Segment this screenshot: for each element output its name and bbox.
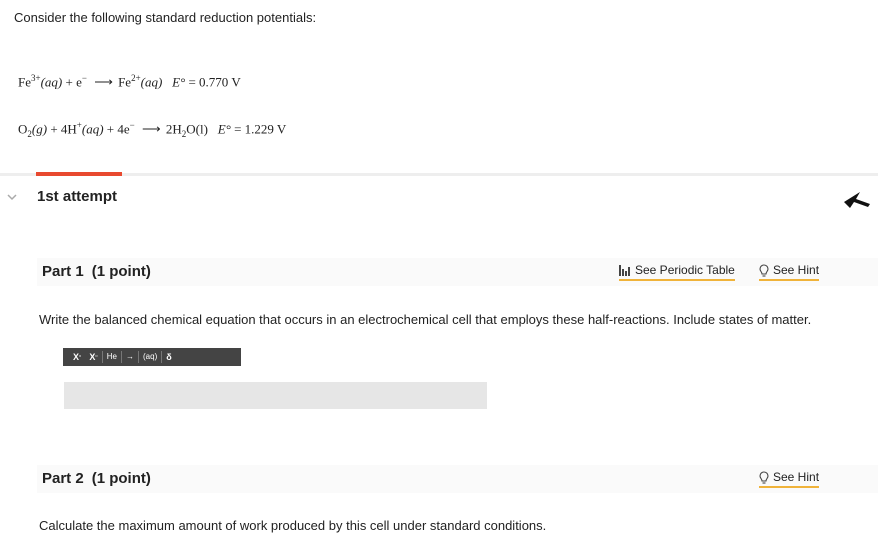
see-hint-link[interactable]: See Hint bbox=[759, 470, 820, 488]
attempt-title[interactable]: 1st attempt bbox=[37, 188, 117, 205]
part-1-title: Part 1 (1 point) bbox=[42, 263, 151, 280]
half-reaction-2: O2(g) + 4H+(aq) + 4e− ⟶ 2H2O(l) E° = 1.2… bbox=[18, 120, 287, 139]
answer-input[interactable] bbox=[64, 382, 487, 409]
part-2-question: Calculate the maximum amount of work pro… bbox=[39, 518, 547, 533]
attempt-tab-indicator bbox=[36, 172, 122, 176]
intro-text: Consider the following standard reductio… bbox=[14, 10, 317, 25]
half-reaction-1: Fe3+(aq) + e− ⟶ Fe2+(aq) E° = 0.770 V bbox=[18, 73, 241, 90]
part-1-header: Part 1 (1 point) See Periodic Table See H… bbox=[37, 258, 878, 286]
superscript-button[interactable]: X ▫ bbox=[69, 351, 85, 363]
chevron-down-icon[interactable] bbox=[6, 191, 18, 203]
equation-editor-toolbar: X ▫ X ▫ He → (aq) δ bbox=[63, 348, 241, 366]
delta-button[interactable]: δ bbox=[161, 351, 175, 363]
reaction-arrow-icon: ⟶ bbox=[94, 74, 113, 90]
state-of-matter-button[interactable]: (aq) bbox=[138, 351, 161, 363]
see-hint-link[interactable]: See Hint bbox=[759, 263, 820, 281]
arrow-up-left-icon[interactable] bbox=[842, 186, 872, 210]
reaction-arrow-icon: ⟶ bbox=[141, 121, 161, 137]
part-2-title: Part 2 (1 point) bbox=[42, 470, 151, 487]
lightbulb-icon bbox=[759, 470, 769, 484]
periodic-table-icon bbox=[619, 264, 630, 276]
section-divider bbox=[0, 173, 878, 176]
reaction-arrow-button[interactable]: → bbox=[121, 351, 138, 363]
part-2-header: Part 2 (1 point) See Hint bbox=[37, 465, 878, 493]
lightbulb-icon bbox=[759, 263, 769, 277]
see-periodic-table-link[interactable]: See Periodic Table bbox=[619, 263, 735, 281]
part-1-question: Write the balanced chemical equation tha… bbox=[39, 312, 812, 327]
subscript-button[interactable]: X ▫ bbox=[85, 351, 101, 363]
element-button[interactable]: He bbox=[101, 351, 121, 363]
